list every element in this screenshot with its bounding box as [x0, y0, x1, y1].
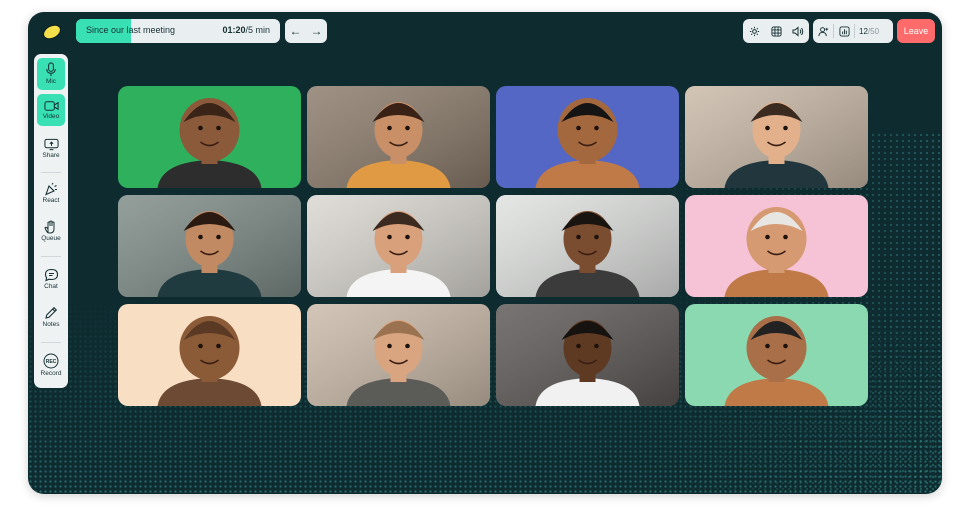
- sidebar-item-mic[interactable]: Mic: [37, 58, 65, 90]
- participant-portrait: [307, 195, 490, 297]
- participant-portrait: [535, 98, 640, 188]
- timer-total: 5 min: [247, 25, 270, 35]
- pencil-icon: [45, 306, 58, 319]
- svg-text:REC: REC: [46, 359, 57, 365]
- share-screen-icon: [43, 138, 59, 151]
- chat-icon: [44, 268, 58, 282]
- participant-avatar-tile[interactable]: [685, 304, 868, 406]
- stats-icon[interactable]: [834, 25, 854, 37]
- participant-avatar-tile[interactable]: [496, 86, 679, 188]
- participant-portrait: [157, 316, 262, 406]
- settings-icon[interactable]: [744, 26, 764, 37]
- participant-count-current: 12: [859, 26, 868, 36]
- sidebar-item-record[interactable]: REC Record: [37, 350, 65, 382]
- sidebar-item-label: Share: [42, 152, 60, 159]
- participant-video-tile[interactable]: [307, 304, 490, 406]
- divider: [41, 172, 61, 173]
- sidebar-item-label: Chat: [44, 283, 58, 290]
- raise-hand-icon: [44, 220, 55, 234]
- participant-portrait: [724, 207, 829, 297]
- participant-portrait: [724, 316, 829, 406]
- mic-icon: [46, 62, 56, 77]
- meeting-sidebar: Mic Video Share React Queue Chat Notes R…: [34, 54, 68, 388]
- divider: [41, 256, 61, 257]
- sidebar-item-label: Queue: [41, 235, 61, 242]
- sidebar-item-label: Video: [42, 113, 60, 120]
- sidebar-item-chat[interactable]: Chat: [37, 264, 65, 294]
- video-icon: [43, 101, 59, 111]
- participant-avatar-tile[interactable]: [685, 195, 868, 297]
- sidebar-item-label: Notes: [42, 321, 60, 328]
- agenda-navigation: ← →: [285, 19, 327, 43]
- sidebar-item-video[interactable]: Video: [37, 94, 65, 126]
- participant-video-tile[interactable]: [307, 86, 490, 188]
- meeting-app-window: Since our last meeting 01:20/5 min ← → 1…: [28, 12, 942, 494]
- participant-avatar-tile[interactable]: [118, 86, 301, 188]
- view-controls: [743, 19, 809, 43]
- sidebar-item-notes[interactable]: Notes: [37, 302, 65, 332]
- sidebar-item-label: Record: [40, 370, 62, 377]
- record-icon: REC: [43, 353, 59, 369]
- leave-button[interactable]: Leave: [897, 19, 935, 43]
- add-person-icon[interactable]: [813, 26, 833, 37]
- sidebar-item-label: React: [42, 197, 60, 204]
- divider: [41, 342, 61, 343]
- participant-count-max: /50: [867, 26, 880, 36]
- participant-count: 12/50: [859, 27, 879, 36]
- app-logo: [42, 22, 62, 42]
- participant-portrait: [496, 304, 679, 406]
- participant-video-tile[interactable]: [496, 195, 679, 297]
- timer-label: Since our last meeting: [86, 25, 176, 35]
- participant-video-tile[interactable]: [496, 304, 679, 406]
- timer-time: 01:20/5 min: [222, 25, 270, 35]
- sidebar-item-share[interactable]: Share: [37, 134, 65, 164]
- participant-portrait: [685, 86, 868, 188]
- participant-video-tile[interactable]: [118, 195, 301, 297]
- meeting-timer: Since our last meeting 01:20/5 min: [76, 19, 280, 43]
- arrow-right-icon[interactable]: →: [311, 25, 323, 37]
- participant-portrait: [307, 86, 490, 188]
- participant-portrait: [307, 304, 490, 406]
- party-popper-icon: [45, 182, 57, 196]
- sound-icon[interactable]: [788, 25, 808, 37]
- sidebar-item-react[interactable]: React: [37, 178, 65, 208]
- arrow-left-icon[interactable]: ←: [290, 25, 302, 37]
- participant-video-tile[interactable]: [685, 86, 868, 188]
- participant-portrait: [496, 195, 679, 297]
- participant-portrait: [118, 195, 301, 297]
- participant-video-grid: [118, 86, 869, 407]
- participant-controls: 12/50: [813, 19, 893, 43]
- sidebar-item-queue[interactable]: Queue: [37, 216, 65, 246]
- participant-video-tile[interactable]: [307, 195, 490, 297]
- timer-elapsed: 01:20: [222, 25, 246, 35]
- participant-portrait: [157, 98, 262, 188]
- participant-avatar-tile[interactable]: [118, 304, 301, 406]
- sidebar-item-label: Mic: [45, 78, 57, 85]
- divider: [854, 24, 855, 38]
- grid-layout-icon[interactable]: [766, 25, 786, 37]
